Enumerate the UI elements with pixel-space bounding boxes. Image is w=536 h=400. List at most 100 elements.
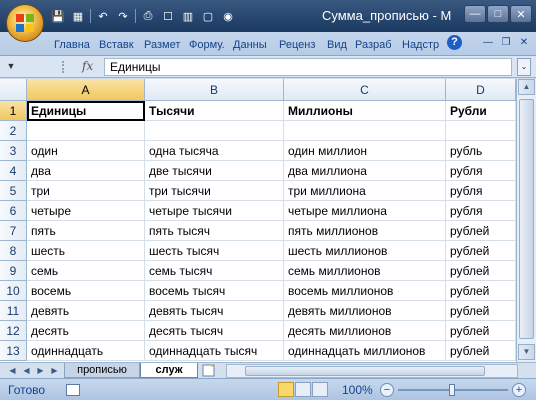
column-header-c[interactable]: C <box>284 79 446 101</box>
prev-sheet-icon[interactable]: ◀ <box>20 364 33 377</box>
cell-c6[interactable]: четыре миллиона <box>284 201 446 221</box>
formula-input[interactable]: Единицы <box>104 58 512 76</box>
scroll-up-icon[interactable]: ▲ <box>518 79 535 95</box>
cell-c10[interactable]: восемь миллионов <box>284 281 446 301</box>
tab-formulas[interactable]: Форму. <box>189 36 225 54</box>
cell-a12[interactable]: десять <box>27 321 145 341</box>
row-header[interactable]: 6 <box>0 201 27 221</box>
cell-b2[interactable] <box>145 121 284 141</box>
expand-formula-bar-icon[interactable]: ⌄ <box>517 58 531 76</box>
tab-data[interactable]: Данны <box>233 36 267 54</box>
cell-a8[interactable]: шесть <box>27 241 145 261</box>
cell-a11[interactable]: девять <box>27 301 145 321</box>
formula-bar-splitter[interactable] <box>62 61 65 73</box>
row-header[interactable]: 9 <box>0 261 27 281</box>
save-icon[interactable]: 💾 <box>50 8 66 24</box>
normal-view-icon[interactable] <box>278 382 294 397</box>
maximize-button[interactable]: □ <box>487 5 509 23</box>
cell-c3[interactable]: один миллион <box>284 141 446 161</box>
row-header[interactable]: 12 <box>0 321 27 341</box>
cell-d6[interactable]: рубля <box>446 201 516 221</box>
vertical-scroll-thumb[interactable] <box>519 99 534 339</box>
cell-c8[interactable]: шесть миллионов <box>284 241 446 261</box>
cell-a5[interactable]: три <box>27 181 145 201</box>
cell-b6[interactable]: четыре тысячи <box>145 201 284 221</box>
cell-d10[interactable]: рублей <box>446 281 516 301</box>
cell-b12[interactable]: десять тысяч <box>145 321 284 341</box>
cell-a10[interactable]: восемь <box>27 281 145 301</box>
cell-a13[interactable]: одиннадцать <box>27 341 145 361</box>
new-icon[interactable]: ▢ <box>200 8 216 24</box>
row-header[interactable]: 2 <box>0 121 27 141</box>
cell-c13[interactable]: одиннадцать миллионов <box>284 341 446 361</box>
cell-a9[interactable]: семь <box>27 261 145 281</box>
workbook-restore-button[interactable]: ❐ <box>498 36 514 50</box>
cell-c4[interactable]: два миллиона <box>284 161 446 181</box>
cell-d5[interactable]: рубля <box>446 181 516 201</box>
cell-c12[interactable]: десять миллионов <box>284 321 446 341</box>
page-layout-view-icon[interactable] <box>295 382 311 397</box>
cell-a6[interactable]: четыре <box>27 201 145 221</box>
cell-d9[interactable]: рублей <box>446 261 516 281</box>
column-header-a[interactable]: A <box>27 79 145 101</box>
name-box-dropdown-icon[interactable]: ▼ <box>4 58 18 75</box>
next-sheet-icon[interactable]: ▶ <box>34 364 47 377</box>
cell-b1[interactable]: Тысячи <box>145 101 284 121</box>
cell-d11[interactable]: рублей <box>446 301 516 321</box>
row-header[interactable]: 7 <box>0 221 27 241</box>
tab-review[interactable]: Реценз <box>279 36 315 54</box>
row-header[interactable]: 5 <box>0 181 27 201</box>
first-sheet-icon[interactable]: ◀ <box>6 364 19 377</box>
help-icon[interactable]: ? <box>447 35 462 50</box>
row-header[interactable]: 8 <box>0 241 27 261</box>
save-as-icon[interactable]: ▦ <box>70 8 86 24</box>
row-header[interactable]: 1 <box>0 101 27 121</box>
tab-view[interactable]: Вид <box>327 36 347 54</box>
row-header[interactable]: 13 <box>0 341 27 361</box>
cell-d1[interactable]: Рубли <box>446 101 516 121</box>
cell-a4[interactable]: два <box>27 161 145 181</box>
cell-c2[interactable] <box>284 121 446 141</box>
cell-b7[interactable]: пять тысяч <box>145 221 284 241</box>
cell-b9[interactable]: семь тысяч <box>145 261 284 281</box>
tab-insert[interactable]: Вставк <box>99 36 134 54</box>
cell-b5[interactable]: три тысячи <box>145 181 284 201</box>
cell-b8[interactable]: шесть тысяч <box>145 241 284 261</box>
horizontal-scrollbar[interactable] <box>226 364 518 378</box>
open-icon[interactable]: ▥ <box>180 8 196 24</box>
cell-a2[interactable] <box>27 121 145 141</box>
zoom-in-icon[interactable]: + <box>512 383 526 397</box>
cell-d3[interactable]: рубль <box>446 141 516 161</box>
close-button[interactable]: ✕ <box>510 5 532 23</box>
cell-a3[interactable]: один <box>27 141 145 161</box>
sheet-tab-propisyu[interactable]: прописью <box>64 363 140 378</box>
office-button[interactable] <box>6 4 44 42</box>
row-header[interactable]: 4 <box>0 161 27 181</box>
cell-a7[interactable]: пять <box>27 221 145 241</box>
cell-c9[interactable]: семь миллионов <box>284 261 446 281</box>
zoom-level[interactable]: 100% <box>342 383 373 397</box>
cell-d13[interactable]: рублей <box>446 341 516 361</box>
cell-c7[interactable]: пять миллионов <box>284 221 446 241</box>
cell-c1[interactable]: Миллионы <box>284 101 446 121</box>
cell-d12[interactable]: рублей <box>446 321 516 341</box>
cell-b11[interactable]: девять тысяч <box>145 301 284 321</box>
preview-icon[interactable]: ☐ <box>160 8 176 24</box>
row-header[interactable]: 11 <box>0 301 27 321</box>
cell-b4[interactable]: две тысячи <box>145 161 284 181</box>
cell-b10[interactable]: восемь тысяч <box>145 281 284 301</box>
options-icon[interactable]: ◉ <box>220 8 236 24</box>
tab-developer[interactable]: Разраб <box>355 36 392 54</box>
vertical-scrollbar[interactable]: ▲ ▼ <box>516 79 536 362</box>
macro-record-icon[interactable] <box>66 384 80 396</box>
cell-b3[interactable]: одна тысяча <box>145 141 284 161</box>
row-header[interactable]: 3 <box>0 141 27 161</box>
cell-d7[interactable]: рублей <box>446 221 516 241</box>
cell-d8[interactable]: рублей <box>446 241 516 261</box>
scroll-down-icon[interactable]: ▼ <box>518 344 535 360</box>
minimize-button[interactable]: — <box>464 5 486 23</box>
cell-c5[interactable]: три миллиона <box>284 181 446 201</box>
workbook-minimize-button[interactable]: — <box>480 36 496 50</box>
print-icon[interactable]: ⎙ <box>140 8 156 24</box>
horizontal-scroll-thumb[interactable] <box>245 366 485 376</box>
